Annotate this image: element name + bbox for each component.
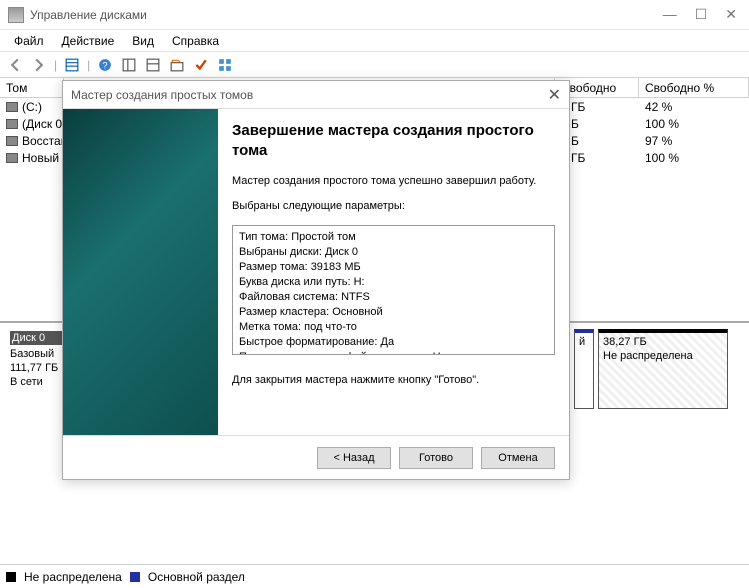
param-line: Файловая система: NTFS — [239, 290, 548, 305]
dialog-heading: Завершение мастера создания простого том… — [232, 121, 555, 160]
maximize-button[interactable]: ☐ — [695, 6, 708, 23]
titlebar: Управление дисками — ☐ ✕ — [0, 0, 749, 30]
partition-primary[interactable]: й — [574, 329, 594, 409]
legend-unallocated: Не распределена — [24, 570, 122, 584]
param-line: Выбраны диски: Диск 0 — [239, 245, 548, 260]
dialog-sidebar-image — [63, 109, 218, 435]
back-button[interactable]: < Назад — [317, 447, 391, 469]
param-line: Буква диска или путь: H: — [239, 275, 548, 290]
param-line: Тип тома: Простой том — [239, 230, 548, 245]
menu-file[interactable]: Файл — [6, 32, 52, 50]
legend-swatch-primary — [130, 572, 140, 582]
volume-icon — [6, 136, 18, 146]
partition-unallocated[interactable]: 38,27 ГБ Не распределена — [598, 329, 728, 409]
finish-button[interactable]: Готово — [399, 447, 473, 469]
legend-primary: Основной раздел — [148, 570, 245, 584]
close-button[interactable]: ✕ — [725, 6, 737, 23]
menubar: Файл Действие Вид Справка — [0, 30, 749, 52]
svg-text:?: ? — [103, 60, 108, 70]
back-icon[interactable] — [4, 54, 26, 76]
check-icon[interactable] — [190, 54, 212, 76]
grid-icon[interactable] — [214, 54, 236, 76]
param-line: Применение сжатия файлов и папок: Нет — [239, 350, 548, 355]
dialog-parameters[interactable]: Тип тома: Простой томВыбраны диски: Диск… — [232, 225, 555, 355]
volume-icon — [6, 153, 18, 163]
unalloc-label: Не распределена — [603, 349, 723, 363]
column-free-pct[interactable]: Свободно % — [639, 78, 749, 97]
volume-icon — [6, 102, 18, 112]
param-line: Быстрое форматирование: Да — [239, 335, 548, 350]
dialog-footer-text: Для закрытия мастера нажмите кнопку "Гот… — [232, 373, 555, 388]
legend-swatch-unallocated — [6, 572, 16, 582]
dialog-success-text: Мастер создания простого тома успешно за… — [232, 174, 555, 189]
wizard-dialog: Мастер создания простых томов ✕ Завершен… — [62, 80, 570, 480]
column-volume[interactable]: Том — [0, 78, 64, 97]
minimize-button[interactable]: — — [663, 6, 677, 23]
app-icon — [8, 7, 24, 23]
param-line: Размер кластера: Основной — [239, 305, 548, 320]
help-icon[interactable]: ? — [94, 54, 116, 76]
unalloc-size: 38,27 ГБ — [603, 335, 723, 349]
list-icon[interactable] — [61, 54, 83, 76]
param-line: Размер тома: 39183 МБ — [239, 260, 548, 275]
legend: Не распределена Основной раздел — [0, 564, 749, 588]
menu-action[interactable]: Действие — [54, 32, 123, 50]
forward-icon[interactable] — [28, 54, 50, 76]
view1-icon[interactable] — [118, 54, 140, 76]
dialog-titlebar: Мастер создания простых томов ✕ — [63, 81, 569, 109]
dialog-close-icon[interactable]: ✕ — [548, 85, 561, 105]
param-line: Метка тома: под что-то — [239, 320, 548, 335]
dialog-params-label: Выбраны следующие параметры: — [232, 199, 555, 214]
props-icon[interactable] — [166, 54, 188, 76]
menu-view[interactable]: Вид — [124, 32, 162, 50]
toolbar: | | ? — [0, 52, 749, 78]
menu-help[interactable]: Справка — [164, 32, 227, 50]
cancel-button[interactable]: Отмена — [481, 447, 555, 469]
window-title: Управление дисками — [30, 8, 663, 22]
volume-icon — [6, 119, 18, 129]
view2-icon[interactable] — [142, 54, 164, 76]
dialog-title: Мастер создания простых томов — [71, 88, 253, 102]
